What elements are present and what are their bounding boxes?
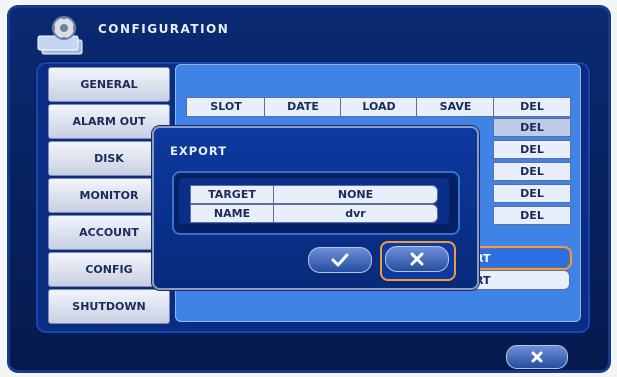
column-header-date: DATE xyxy=(264,97,342,117)
column-header-save: SAVE xyxy=(416,97,495,117)
column-header-del: DEL xyxy=(493,97,571,117)
config-app-icon xyxy=(37,15,83,55)
del-button[interactable]: DEL xyxy=(493,118,571,137)
cancel-button[interactable] xyxy=(385,246,449,272)
dialog-title: EXPORT xyxy=(170,144,228,158)
del-button[interactable]: DEL xyxy=(493,206,571,225)
del-button[interactable]: DEL xyxy=(493,140,571,159)
screen: CONFIGURATION GENERAL ALARM OUT DISK MON… xyxy=(0,0,617,377)
import-port-button[interactable]: RT xyxy=(466,270,570,290)
close-icon xyxy=(410,252,424,266)
target-select[interactable]: NONE xyxy=(273,185,438,204)
window-title: CONFIGURATION xyxy=(98,22,230,36)
close-button[interactable] xyxy=(506,345,568,369)
name-label: NAME xyxy=(190,204,274,223)
sidebar-item-shutdown[interactable]: SHUTDOWN xyxy=(48,289,170,324)
name-input[interactable]: dvr xyxy=(273,204,438,223)
export-port-button[interactable]: RT xyxy=(466,248,570,268)
sidebar-item-general[interactable]: GENERAL xyxy=(48,67,170,102)
column-header-load: LOAD xyxy=(340,97,418,117)
del-button[interactable]: DEL xyxy=(493,162,571,181)
del-button[interactable]: DEL xyxy=(493,184,571,203)
check-icon xyxy=(331,253,349,267)
close-icon xyxy=(531,351,543,363)
confirm-button[interactable] xyxy=(308,247,372,273)
target-label: TARGET xyxy=(190,185,274,204)
column-header-slot: SLOT xyxy=(186,97,266,117)
